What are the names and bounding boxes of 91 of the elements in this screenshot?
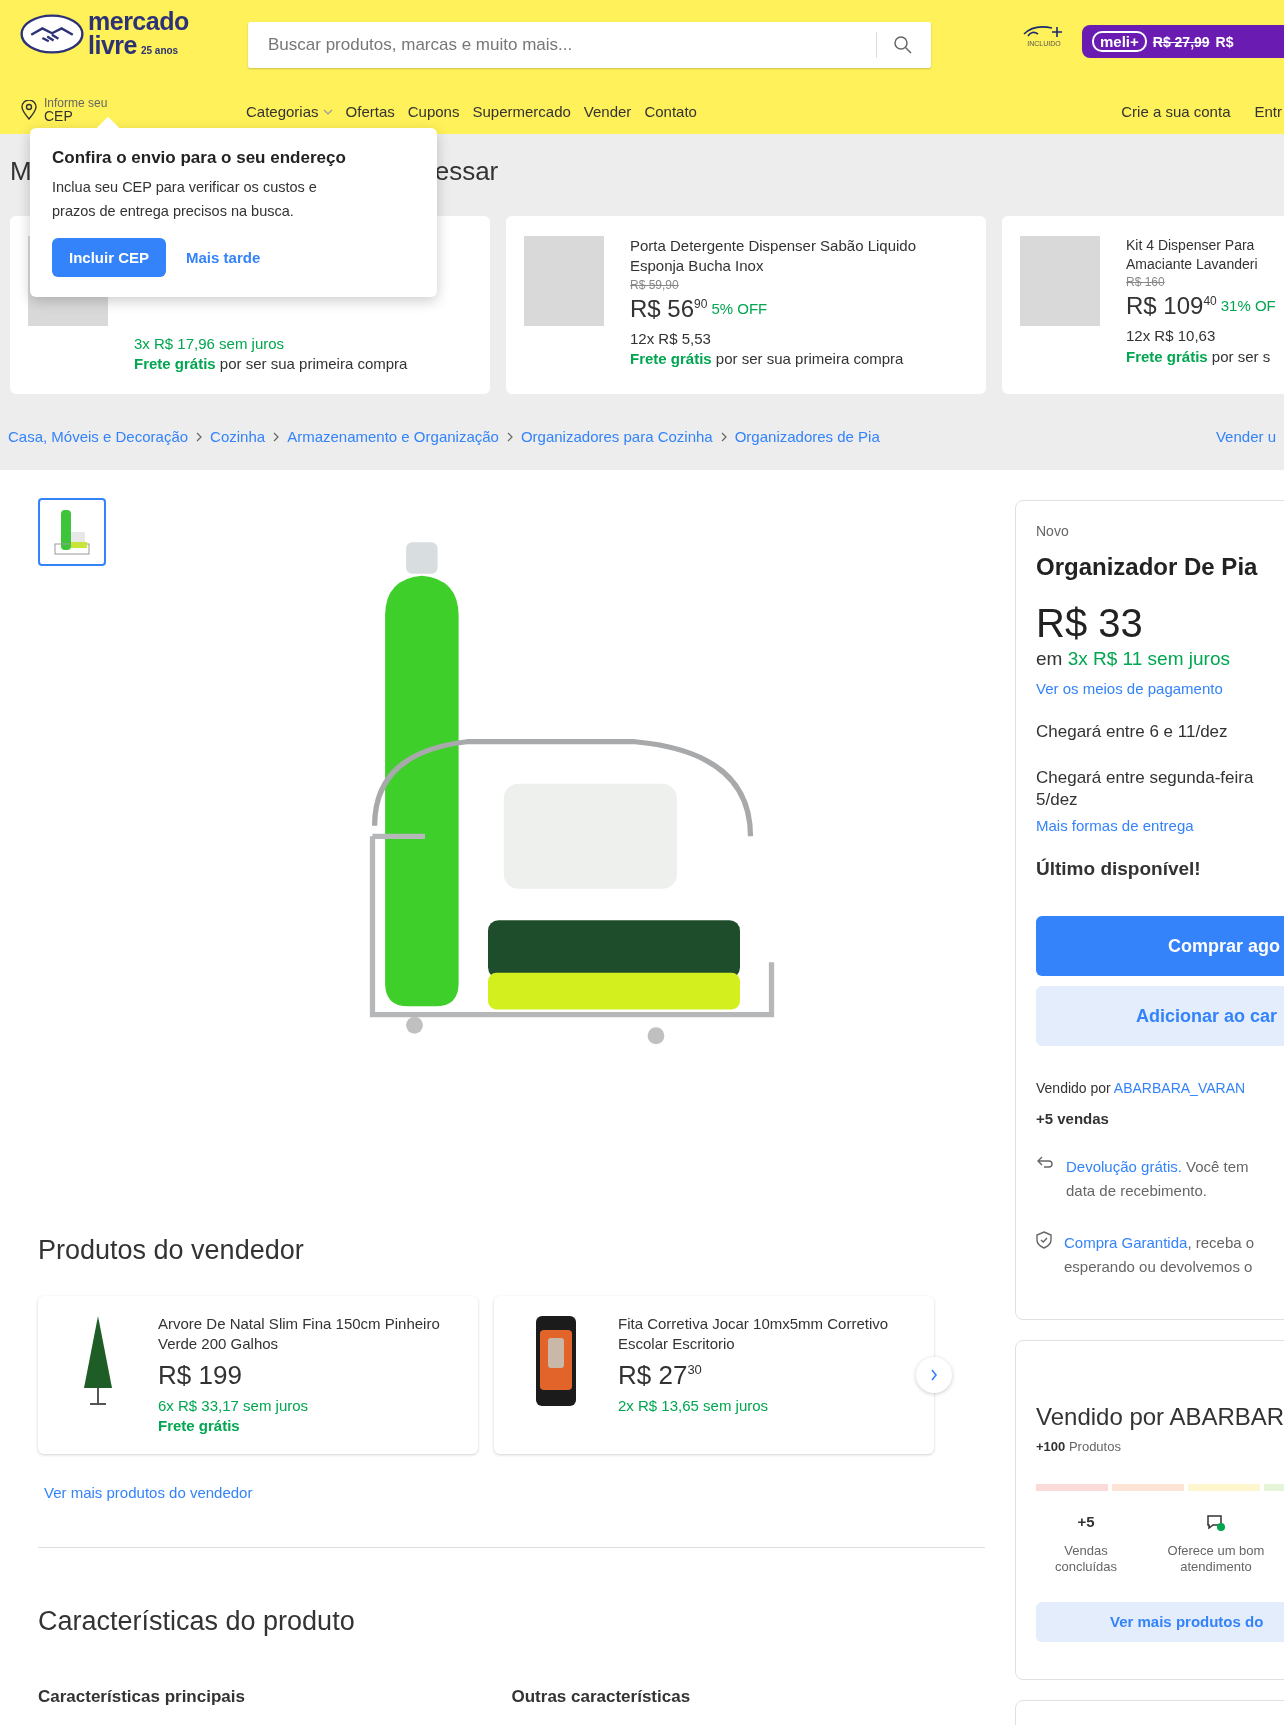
installments-text: 6x R$ 33,17 sem juros xyxy=(158,1395,310,1416)
product-title: Porta Detergente Dispenser Sabão Liquido Esponja Bucha Inox xyxy=(630,236,918,277)
search-icon xyxy=(893,35,913,55)
payment-methods-link[interactable]: Ver os meios de pagamento xyxy=(1036,680,1284,697)
seller-title: Vendido por ABARBAR xyxy=(1036,1403,1284,1431)
section-title: essar xyxy=(434,156,499,188)
account-link[interactable]: Entr xyxy=(1254,103,1282,120)
metric-value: +5 xyxy=(1077,1513,1095,1532)
stock-label: Último disponível! xyxy=(1036,858,1202,881)
shipping-text: Frete grátis por ser s xyxy=(1126,346,1272,367)
product-card[interactable]: Kit 4 Dispenser Para Amaciante Lavanderi R$ 160 R$ 109$^{40}$ 31% OF 12x R$ 10,63 Frete grátis por ser s xyxy=(1002,216,1284,394)
nav-link[interactable]: Contato xyxy=(644,103,697,120)
location-selector[interactable]: Informe seu CEP xyxy=(20,96,246,124)
product-title: Organizador De Pia xyxy=(1036,553,1259,581)
installments-text: 12x R$ 10,63 xyxy=(1126,326,1217,347)
new-price: R$ xyxy=(1215,33,1234,50)
logo[interactable]: mercado livre 25 anos xyxy=(20,10,226,58)
anniversary-label: 25 anos xyxy=(140,45,179,56)
location-label: CEP xyxy=(44,109,74,124)
more-products-link[interactable]: Ver mais produtos do vendedor xyxy=(44,1484,985,1501)
guarantee-link[interactable]: Devolução grátis. xyxy=(1066,1158,1182,1176)
nav-link[interactable]: Ofertas xyxy=(345,103,395,120)
product-card[interactable]: Porta Detergente Dispenser Sabão Liquido Esponja Bucha Inox R$ 59,90 R$ 56$^{90}$ 5% OFF 12x R$ 5,53 Frete grátis por ser sua primeira compra xyxy=(506,216,986,394)
subscription-banner[interactable]: meli+ R$ 27,99 R$ xyxy=(1082,25,1284,58)
subsection-title: Outras características xyxy=(511,1687,692,1707)
delivery-text: Chegará entre segunda-feira 5/dez xyxy=(1036,767,1255,812)
delivery-text: Chegará entre 6 e 11/dez xyxy=(1036,721,1229,743)
price: R$ 56$^{90}$ xyxy=(630,293,708,324)
products-count: +100 Produtos xyxy=(1036,1439,1122,1454)
delivery-options-link[interactable]: Mais formas de entrega xyxy=(1036,817,1284,835)
price: R$ 27$^{30}$ xyxy=(618,1358,703,1392)
old-price: R$ 27,99 xyxy=(1152,33,1210,50)
price: R$ 109$^{40}$ xyxy=(1126,290,1217,321)
nav-link[interactable]: Cupons xyxy=(407,103,460,120)
chevron-right-icon xyxy=(195,431,204,442)
shipping-text: Frete grátis por ser sua primeira compra xyxy=(630,349,905,370)
chevron-right-icon xyxy=(719,431,728,442)
product-title: Arvore De Natal Slim Fina 150cm Pinheiro Verde 200 Galhos xyxy=(158,1314,441,1355)
price: R$ 33 xyxy=(1036,601,1144,646)
shipping-text: Frete grátis por ser sua primeira compra xyxy=(134,353,408,374)
logo-text: livre xyxy=(88,33,137,58)
metric-label: Vendas concluídas xyxy=(1053,1543,1119,1576)
installments-text: 12x R$ 5,53 xyxy=(630,329,712,350)
chevron-right-icon xyxy=(505,431,514,442)
thumbnail[interactable] xyxy=(38,498,106,566)
discount-label: 31% OF xyxy=(1220,295,1276,316)
shield-check-icon xyxy=(1036,1231,1052,1250)
guarantee-link[interactable]: Compra Garantida xyxy=(1064,1234,1188,1252)
buy-now-button[interactable]: Comprar ago xyxy=(1036,916,1284,977)
discount-label: 5% OFF xyxy=(711,298,768,319)
section-title: Produtos do vendedor xyxy=(38,1235,305,1266)
shipping-text: Frete grátis xyxy=(158,1415,241,1436)
installments-text: 3x R$ 17,96 sem juros xyxy=(134,333,286,354)
subsection-title: Características principais xyxy=(38,1687,246,1707)
package-icon xyxy=(534,1314,578,1408)
popup-title: Confira o envio para o seu endereço xyxy=(52,148,347,168)
nav-link[interactable]: Categorias xyxy=(246,103,333,120)
return-arrow-icon xyxy=(1036,1155,1054,1170)
logo-text: mercado xyxy=(88,10,189,34)
guarantee-text: Compra Garantida, receba o esperando ou devolvemos o xyxy=(1064,1233,1255,1278)
account-link[interactable]: Crie a sua conta xyxy=(1121,103,1231,120)
old-price: R$ 59,90 xyxy=(630,276,680,293)
old-price: R$ 160 xyxy=(1126,273,1166,290)
guarantee-text: Devolução grátis. Você tem data de recebimento. xyxy=(1066,1157,1249,1202)
later-link[interactable]: Mais tarde xyxy=(186,248,261,266)
condition-label: Novo xyxy=(1036,523,1070,539)
search-bar[interactable]: Buscar produtos, marcas e muito mais... xyxy=(248,22,931,68)
include-cep-button[interactable]: Incluir CEP xyxy=(52,237,167,277)
location-pin-icon xyxy=(20,100,38,121)
product-title: Kit 4 Dispenser Para Amaciante Lavanderi xyxy=(1126,236,1259,274)
product-card[interactable]: Arvore De Natal Slim Fina 150cm Pinheiro Verde 200 Galhos R$ 199 6x R$ 33,17 sem juros Frete grátis xyxy=(38,1296,478,1454)
chat-check-icon xyxy=(1206,1513,1226,1533)
installments-text: 2x R$ 13,65 sem juros xyxy=(618,1395,770,1416)
metric-label: Oferece um bom atendimento xyxy=(1166,1543,1266,1576)
sales-count: +5 vendas xyxy=(1036,1110,1110,1128)
product-title: Fita Corretiva Jocar 10mx5mm Corretivo Escolar Escritorio xyxy=(618,1314,890,1355)
handshake-icon xyxy=(20,12,84,55)
seller-link[interactable]: ABARBARA_VARAN xyxy=(1113,1080,1246,1097)
chevron-right-icon xyxy=(272,431,281,442)
seller-text: Vendido por ABARBARA_VARAN xyxy=(1036,1080,1247,1097)
section-title: Características do produto xyxy=(38,1606,356,1637)
subscription-badge: meli+ xyxy=(1092,31,1147,52)
section-title: M xyxy=(10,156,32,188)
nav-link[interactable]: Vender xyxy=(583,103,632,120)
chevron-down-icon xyxy=(322,107,333,116)
nav-link[interactable]: Supermercado xyxy=(472,103,571,120)
search-input[interactable]: Buscar produtos, marcas e muito mais... xyxy=(266,34,860,56)
installments-text: em 3x R$ 11 sem juros xyxy=(1036,648,1231,670)
price: R$ 199 xyxy=(158,1358,243,1392)
location-hint: Informe seu xyxy=(44,96,108,110)
chevron-right-icon xyxy=(930,1369,938,1381)
